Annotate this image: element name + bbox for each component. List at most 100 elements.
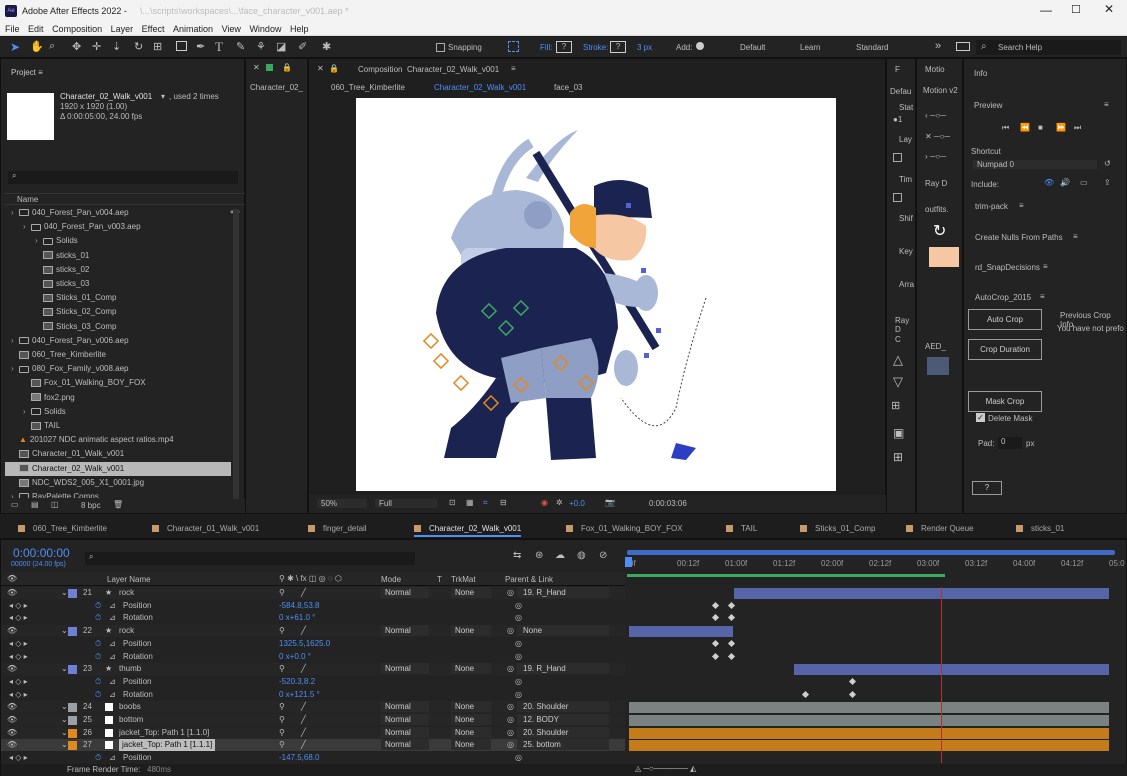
trkmat-select[interactable]: None: [451, 587, 491, 598]
shy-switch-icon[interactable]: ⚲: [279, 714, 285, 726]
first-frame-icon[interactable]: ⏮: [1002, 123, 1009, 133]
mask-crop-button[interactable]: Mask Crop: [968, 391, 1042, 412]
project-item[interactable]: › 040_Forest_Pan_v003.aep: [5, 220, 231, 234]
trkmat-select[interactable]: None: [451, 663, 491, 675]
quality-switch-icon[interactable]: ╱: [301, 727, 306, 739]
next-frame-icon[interactable]: ⏩: [1056, 123, 1066, 132]
quality-select[interactable]: Full: [375, 499, 437, 508]
chevron-down-icon[interactable]: ⌄: [61, 587, 68, 599]
stopwatch-icon[interactable]: ⏱: [95, 651, 101, 663]
guides-icon[interactable]: ⊟: [500, 498, 507, 507]
comp-tab-name[interactable]: Character_02_Walk_v001: [407, 65, 499, 74]
layer-name[interactable]: thumb: [119, 663, 141, 675]
eye-icon[interactable]: 👁: [7, 727, 17, 739]
chevron-down-icon[interactable]: ⌄: [61, 663, 68, 675]
layer-duration-bar[interactable]: [734, 588, 1109, 599]
parent-select[interactable]: 19. R_Hand: [517, 663, 609, 675]
property-row[interactable]: ◂ ◇ ▸ ⏱ ⊿ Rotation 0 x+61.0 ° ◎: [1, 612, 625, 625]
hand-tool-icon[interactable]: ✋: [30, 40, 44, 53]
layer-name[interactable]: boobs: [119, 701, 141, 713]
shy-icon[interactable]: ☁: [555, 550, 565, 561]
loop-icon[interactable]: ↺: [1104, 159, 1111, 168]
tab-info[interactable]: Info: [974, 69, 987, 78]
project-item[interactable]: ▲ 201027 NDC animatic aspect ratios.mp4: [5, 433, 231, 447]
tab-preview[interactable]: Preview: [974, 101, 1002, 110]
timeline-tab[interactable]: Character_01_Walk_v001: [152, 521, 259, 537]
parent-select[interactable]: 12. BODY: [517, 714, 609, 725]
quality-switch-icon[interactable]: ╱: [301, 663, 306, 675]
layer-name[interactable]: rock: [119, 625, 134, 637]
project-item[interactable]: NDC_WDS2_005_X1_0001.jpg: [5, 476, 231, 490]
keyframe-diamond[interactable]: [727, 614, 736, 622]
frame-icon[interactable]: ▣: [893, 426, 904, 440]
label-color-icon[interactable]: [68, 665, 77, 675]
layer-row[interactable]: 👁 ⌄ 27 jacket_Top: Path 1 [1.1.1] ⚲ ╱ Normal No…: [1, 739, 625, 752]
trkmat-select[interactable]: None: [451, 739, 491, 751]
work-area-bar[interactable]: [627, 550, 1115, 555]
shy-switch-icon[interactable]: ⚲: [279, 663, 285, 675]
keyframe-diamond[interactable]: [848, 690, 857, 698]
menu-help[interactable]: Help: [290, 24, 309, 34]
playhead-marker[interactable]: [625, 557, 632, 567]
parent-select[interactable]: 19. R_Hand: [517, 587, 609, 598]
keyframe-diamond[interactable]: [848, 677, 857, 685]
label-color-icon[interactable]: [68, 741, 77, 751]
property-value[interactable]: 0 x+0.0 °: [279, 651, 311, 663]
help-button[interactable]: ?: [972, 481, 1002, 495]
triangle-down-icon[interactable]: ▽: [893, 374, 903, 390]
delete-mask-checkbox[interactable]: ✓: [976, 413, 985, 422]
property-row[interactable]: ◂ ◇ ▸ ⏱ ⊿ Position 1325.5,1625.0 ◎: [1, 637, 625, 650]
project-item[interactable]: Fox_01_Walking_BOY_FOX: [5, 376, 231, 390]
pickwhip-icon[interactable]: ◎: [507, 663, 514, 675]
layer-row[interactable]: 👁 ⌄ 22 ★ rock ⚲ ╱ Normal None ◎ None: [1, 625, 625, 638]
trkmat-select[interactable]: None: [451, 701, 491, 713]
project-item[interactable]: › RayPalette Comps: [5, 490, 231, 498]
pan-tool-icon[interactable]: ✛: [92, 40, 101, 53]
project-item[interactable]: 060_Tree_Kimberlite: [5, 348, 231, 362]
project-search-input[interactable]: ⌕: [8, 171, 238, 184]
timeline-tab[interactable]: TAIL: [726, 521, 757, 537]
layer-duration-bar[interactable]: [629, 740, 1109, 752]
project-item[interactable]: sticks_03: [5, 277, 231, 291]
time-ruler[interactable]: 0f 00:12f 01:00f 01:12f 02:00f 02:12f 03:00f 03…: [625, 549, 1125, 587]
project-item[interactable]: › Solids: [5, 234, 231, 248]
chevron-down-icon[interactable]: ⌄: [61, 701, 68, 713]
panel-menu-icon[interactable]: ≡: [1043, 262, 1048, 271]
project-item[interactable]: Sticks_02_Comp: [5, 305, 231, 319]
snapping-checkbox[interactable]: [436, 43, 445, 52]
menu-composition[interactable]: Composition: [52, 24, 102, 34]
calculator-icon[interactable]: [927, 357, 949, 375]
eye-icon[interactable]: 👁: [7, 714, 17, 726]
project-item[interactable]: › 040_Forest_Pan_v006.aep: [5, 334, 231, 348]
breadcrumb-1[interactable]: 060_Tree_Kimberlite: [331, 83, 405, 92]
zoom-slider[interactable]: ◬ ─○────── ◭: [635, 764, 696, 773]
minimize-icon[interactable]: —: [1040, 3, 1052, 17]
keyframe-diamond[interactable]: [711, 614, 720, 622]
chevron-down-icon[interactable]: ›: [11, 362, 19, 376]
slider-2-icon[interactable]: ✕ ─○─: [925, 132, 950, 141]
dolly-tool-icon[interactable]: ⇣: [112, 40, 121, 53]
panel-menu-icon[interactable]: ≡: [1073, 232, 1078, 241]
close-icon[interactable]: ✕: [1104, 2, 1114, 16]
label-color-icon[interactable]: [68, 627, 77, 637]
zoom-tool-icon[interactable]: ⌕: [49, 40, 55, 53]
property-value[interactable]: 0 x+121.5 °: [279, 689, 320, 701]
lock-icon[interactable]: 🔒: [282, 63, 292, 72]
anchor-tool-icon[interactable]: ⊞: [153, 40, 162, 53]
keyframe-diamond[interactable]: [727, 639, 736, 647]
chevron-down-icon[interactable]: ›: [35, 234, 43, 248]
keyframe-nav-icon[interactable]: ◂ ◇ ▸: [9, 752, 28, 763]
layer-name[interactable]: jacket_Top: Path 1 [1.1.1]: [119, 739, 216, 752]
shy-switch-icon[interactable]: ⚲: [279, 739, 285, 751]
layer-name[interactable]: bottom: [119, 714, 143, 726]
stop-icon[interactable]: ■: [1038, 123, 1043, 132]
workspace-default[interactable]: Default: [740, 43, 765, 52]
quality-switch-icon[interactable]: ╱: [301, 625, 306, 637]
eye-icon[interactable]: 👁: [7, 625, 17, 637]
workspace-learn[interactable]: Learn: [800, 43, 820, 52]
parent-select[interactable]: 20. Shoulder: [517, 701, 609, 713]
chevron-down-icon[interactable]: ⌄: [61, 714, 68, 726]
trkmat-header[interactable]: TrkMat: [451, 575, 476, 584]
menu-file[interactable]: File: [5, 24, 20, 34]
tab-project[interactable]: Project ≡: [3, 64, 51, 82]
